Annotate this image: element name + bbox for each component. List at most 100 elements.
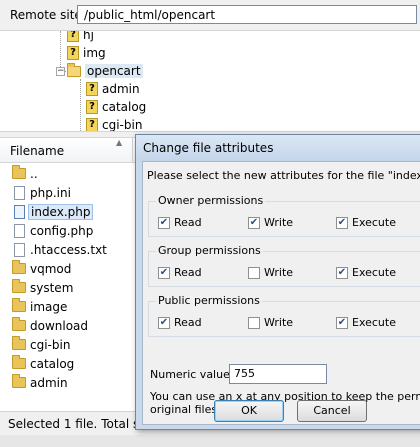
file-row[interactable]: admin	[0, 373, 140, 392]
public-read-checkbox[interactable]: ✔ Read	[158, 316, 202, 329]
file-name: vqmod	[30, 261, 72, 276]
file-row-parent[interactable]: ..	[0, 164, 140, 183]
checkbox-check-icon: ✔	[336, 266, 348, 279]
folder-icon	[12, 165, 26, 179]
ok-button[interactable]: OK	[214, 400, 284, 422]
php-file-icon	[13, 204, 25, 219]
perm-label: Execute	[352, 266, 396, 279]
tree-item-catalog[interactable]: ? catalog	[86, 98, 146, 116]
unknown-folder-icon: ?	[86, 82, 98, 96]
checkbox-check-icon: ✔	[158, 316, 170, 329]
file-name: image	[30, 299, 68, 314]
file-name: cgi-bin	[30, 337, 71, 352]
folder-icon	[12, 298, 26, 312]
tree-connector-line	[80, 79, 81, 131]
file-name: admin	[30, 375, 68, 390]
perm-label: Write	[264, 216, 294, 229]
group-execute-checkbox[interactable]: ✔ Execute	[336, 266, 396, 279]
help-text-line: original files have.	[150, 403, 252, 416]
file-row[interactable]: php.ini	[0, 183, 140, 202]
remote-directory-tree[interactable]: ? hj ? img − opencart ? admin ? catalog …	[0, 31, 420, 131]
file-name: config.php	[30, 223, 94, 238]
group-title: Public permissions	[156, 294, 262, 307]
remote-site-label: Remote site:	[10, 8, 86, 22]
tree-item-cgi-bin[interactable]: ? cgi-bin	[86, 116, 142, 131]
file-row[interactable]: cgi-bin	[0, 335, 140, 354]
file-icon	[13, 185, 25, 200]
perm-label: Execute	[352, 216, 396, 229]
file-row[interactable]: download	[0, 316, 140, 335]
file-name: index.php	[28, 203, 94, 220]
cancel-button[interactable]: Cancel	[297, 400, 367, 422]
checkbox-empty	[248, 266, 260, 279]
dialog-intro-text: Please select the new attributes for the…	[147, 169, 420, 182]
file-name: .htaccess.txt	[30, 242, 107, 257]
remote-site-bar: Remote site: /public_html/opencart	[0, 0, 420, 31]
folder-icon	[12, 374, 26, 388]
owner-write-checkbox[interactable]: ✔ Write	[248, 216, 293, 229]
dialog-title-bar[interactable]: Change file attributes	[136, 135, 420, 161]
tree-item-label: opencart	[85, 64, 143, 78]
help-text: You can use an x at any position to keep…	[150, 390, 420, 416]
unknown-folder-icon: ?	[86, 100, 98, 114]
owner-read-checkbox[interactable]: ✔ Read	[158, 216, 202, 229]
column-header-filename[interactable]: Filename	[10, 144, 64, 158]
file-row[interactable]: image	[0, 297, 140, 316]
sort-ascending-icon: ▲	[116, 138, 123, 147]
tree-item-img[interactable]: ? img	[67, 44, 106, 62]
numeric-value-input[interactable]: 755	[229, 364, 327, 384]
file-name: ..	[30, 166, 38, 181]
tree-item-label: cgi-bin	[102, 118, 143, 131]
tree-item-admin[interactable]: ? admin	[86, 80, 140, 98]
tree-connector-line	[60, 31, 61, 71]
checkbox-check-icon: ✔	[336, 316, 348, 329]
bottom-strip	[0, 435, 420, 447]
collapse-expander-icon[interactable]: −	[56, 67, 65, 76]
folder-icon	[12, 336, 26, 350]
group-title: Owner permissions	[156, 194, 266, 207]
unknown-folder-icon: ?	[86, 118, 98, 131]
folder-icon	[12, 260, 26, 274]
file-row[interactable]: system	[0, 278, 140, 297]
file-icon	[13, 223, 25, 238]
remote-site-path-input[interactable]: /public_html/opencart	[77, 5, 417, 24]
open-folder-icon	[67, 62, 81, 77]
public-execute-checkbox[interactable]: ✔ Execute	[336, 316, 396, 329]
help-text-line: You can use an x at any position to keep…	[150, 390, 420, 403]
tree-item-opencart[interactable]: opencart	[67, 62, 143, 80]
file-row[interactable]: config.php	[0, 221, 140, 240]
owner-permissions-group: Owner permissions ✔ Read ✔ Write ✔ Execu…	[148, 194, 420, 237]
group-write-checkbox[interactable]: Write	[248, 266, 293, 279]
checkbox-check-icon: ✔	[336, 216, 348, 229]
file-row[interactable]: catalog	[0, 354, 140, 373]
folder-icon	[12, 279, 26, 293]
file-row-selected[interactable]: index.php	[0, 202, 140, 221]
file-row[interactable]: vqmod	[0, 259, 140, 278]
dialog-body: Please select the new attributes for the…	[142, 161, 420, 425]
owner-execute-checkbox[interactable]: ✔ Execute	[336, 216, 396, 229]
checkbox-empty	[248, 316, 260, 329]
perm-label: Read	[174, 216, 202, 229]
public-write-checkbox[interactable]: Write	[248, 316, 293, 329]
numeric-value-label: Numeric value:	[150, 368, 234, 381]
group-read-checkbox[interactable]: ✔ Read	[158, 266, 202, 279]
perm-label: Read	[174, 266, 202, 279]
file-row[interactable]: .htaccess.txt	[0, 240, 140, 259]
unknown-folder-icon: ?	[67, 46, 79, 60]
tree-item-label: catalog	[102, 100, 147, 114]
unknown-folder-icon: ?	[67, 31, 79, 42]
checkbox-check-icon: ✔	[248, 216, 260, 229]
tree-item-label: hj	[83, 31, 94, 42]
change-attributes-dialog: Change file attributes Please select the…	[135, 134, 420, 430]
perm-label: Write	[264, 266, 294, 279]
perm-label: Read	[174, 316, 202, 329]
column-divider[interactable]	[132, 138, 133, 162]
file-name: php.ini	[30, 185, 71, 200]
group-title: Group permissions	[156, 244, 263, 257]
checkbox-check-icon: ✔	[158, 216, 170, 229]
tree-item-hj[interactable]: ? hj	[67, 31, 94, 44]
tree-item-label: img	[83, 46, 106, 60]
tree-item-label: admin	[102, 82, 140, 96]
file-icon	[13, 242, 25, 257]
folder-icon	[12, 317, 26, 331]
